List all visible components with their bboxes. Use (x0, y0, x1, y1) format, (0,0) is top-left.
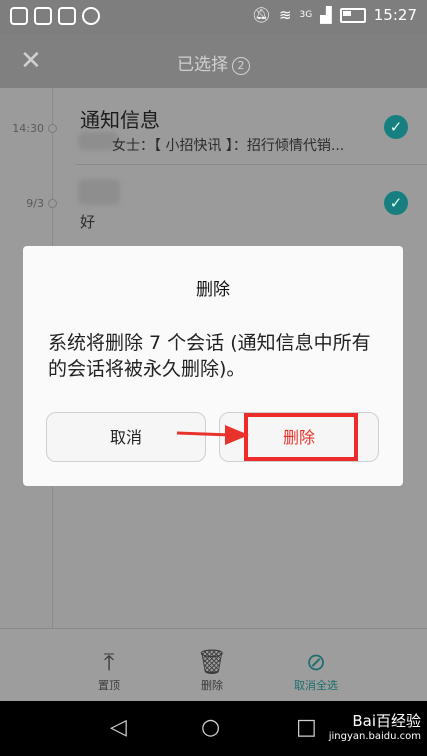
item-time: 9/3 (26, 197, 44, 210)
status-bar: 🔕︎ ≋ 3G ▟ 15:27 (0, 0, 427, 34)
mute-icon: 🔕︎ (251, 6, 271, 24)
conversation-snippet: 女士：【 小招快讯 】：招行倾情代销... (112, 138, 345, 154)
timeline-dot (48, 124, 57, 133)
redacted-name (78, 179, 120, 205)
check-circle-icon: ⊘ (305, 648, 327, 676)
clock: 15:27 (373, 6, 417, 24)
conversation-snippet: 好 (80, 213, 96, 231)
sim-notification-icon (34, 7, 52, 25)
home-icon[interactable]: ○ (201, 715, 220, 740)
trash-icon: 🗑︎ (196, 648, 228, 676)
deselect-all-button[interactable]: ⊘ 取消全选 (271, 647, 361, 693)
system-status: 🔕︎ ≋ 3G ▟ 15:27 (252, 6, 417, 24)
battery-icon (339, 7, 366, 23)
bottom-toolbar: ⤒ 置顶 🗑︎ 删除 ⊘ 取消全选 (0, 628, 427, 702)
watermark-brand: Bai百经验 (352, 712, 421, 730)
app-notification-icon (10, 7, 28, 25)
conversation-name: 通知信息 (80, 108, 160, 132)
pin-button[interactable]: ⤒ 置顶 (64, 647, 154, 693)
selected-check-icon[interactable]: ✓ (384, 191, 408, 215)
list-item[interactable]: 9/3 好 ✓ (0, 165, 427, 241)
signal-icon: ▟ (320, 6, 332, 24)
selected-check-icon[interactable]: ✓ (384, 115, 408, 139)
sync-notification-icon (82, 7, 100, 25)
watermark: Bai百经验 jingyan.baidu.com (329, 713, 421, 745)
pin-label: 置顶 (98, 679, 120, 692)
selection-header: ✕ 已选择 2 (0, 34, 427, 88)
wifi-icon: ≋ (278, 6, 292, 24)
delete-dialog: 删除 系统将删除 7 个会话 (通知信息中所有的会话将被永久删除)。 取消 删除 (23, 246, 403, 486)
item-time: 14:30 (12, 122, 44, 135)
navigation-bar: ◁ ○ □ Bai百经验 jingyan.baidu.com (0, 701, 427, 756)
page-title: 已选择 2 (0, 50, 427, 75)
notification-icons (10, 7, 100, 25)
recents-icon[interactable]: □ (296, 715, 317, 740)
dialog-message: 系统将删除 7 个会话 (通知信息中所有的会话将被永久删除)。 (48, 332, 371, 380)
list-item[interactable]: 14:30 通知信息 女士：【 小招快讯 】：招行倾情代销... ✓ (0, 88, 427, 165)
image-notification-icon (58, 7, 76, 25)
delete-label: 删除 (201, 679, 223, 692)
delete-toolbar-button[interactable]: 🗑︎ 删除 (167, 647, 257, 693)
pin-top-icon: ⤒ (103, 648, 115, 676)
dialog-title: 删除 (196, 280, 230, 300)
pointer-arrow (176, 425, 249, 445)
timeline-dot (48, 199, 57, 208)
network-type: 3G (299, 10, 313, 20)
deselect-all-label: 取消全选 (294, 679, 338, 692)
highlight-box (244, 413, 358, 461)
back-icon[interactable]: ◁ (110, 715, 127, 740)
watermark-url: jingyan.baidu.com (328, 731, 421, 742)
selected-label: 已选择 (177, 55, 228, 75)
selected-count-badge: 2 (232, 57, 250, 75)
